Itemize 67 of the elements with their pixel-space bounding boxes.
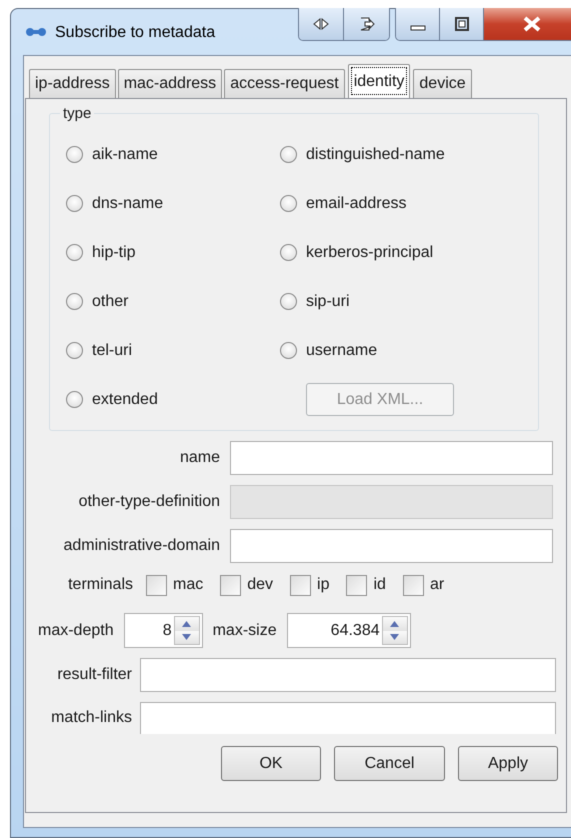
checkbox[interactable] (346, 574, 368, 596)
input-field[interactable] (140, 658, 556, 692)
field-label: name (178, 449, 221, 467)
input-field[interactable] (230, 529, 553, 563)
spinner-field[interactable]: 8 (124, 613, 203, 648)
radio-button[interactable] (280, 293, 297, 310)
spinner-arrows-icon[interactable] (382, 616, 408, 645)
radio-button[interactable] (66, 146, 83, 163)
close-button[interactable] (484, 8, 571, 40)
radio-button[interactable] (66, 391, 83, 408)
radio-button[interactable] (66, 342, 83, 359)
field-label: administrative-domain (62, 537, 221, 555)
radio-label[interactable]: other (92, 292, 128, 310)
radio-button[interactable] (280, 146, 297, 163)
input-field[interactable] (230, 441, 553, 475)
radio-label[interactable]: hip-tip (92, 244, 136, 262)
app-icon (26, 25, 46, 39)
spinner-label: max-depth (38, 622, 114, 640)
field-label: match-links (50, 708, 133, 727)
maximize-button[interactable] (440, 8, 484, 40)
radio-label[interactable]: email-address (306, 194, 406, 212)
group-title: type (60, 105, 94, 122)
maximize-icon (454, 17, 470, 31)
radio-button[interactable] (66, 293, 83, 310)
radio-label[interactable]: aik-name (92, 146, 158, 164)
tab[interactable]: access-request (224, 69, 345, 98)
close-icon (522, 16, 542, 32)
export-icon[interactable] (344, 8, 389, 40)
terminals-label: terminals (67, 576, 133, 594)
dialog-button[interactable]: OK (221, 746, 321, 781)
radio-button[interactable] (280, 195, 297, 212)
radio-button[interactable] (66, 195, 83, 212)
checkbox-label[interactable]: ip (317, 576, 330, 594)
input-field[interactable] (140, 702, 556, 734)
checkbox[interactable] (402, 574, 424, 596)
radio-button[interactable] (280, 244, 297, 261)
split-icon[interactable] (299, 8, 344, 40)
tab[interactable]: mac-address (118, 69, 222, 98)
radio-label[interactable]: distinguished-name (306, 146, 445, 164)
field-label: other-type-definition (78, 493, 221, 511)
radio-button[interactable] (280, 342, 297, 359)
radio-button[interactable] (66, 244, 83, 261)
radio-label[interactable]: tel-uri (92, 342, 132, 360)
radio-label[interactable]: extended (92, 390, 158, 408)
checkbox-label[interactable]: ar (430, 576, 444, 594)
checkbox-label[interactable]: dev (247, 576, 274, 594)
checkbox-label[interactable]: mac (173, 576, 204, 594)
checkbox[interactable] (220, 574, 242, 596)
spinner-arrows-icon[interactable] (174, 616, 200, 645)
dialog-button[interactable]: Apply (458, 746, 558, 781)
tab[interactable]: ip-address (29, 69, 116, 98)
checkbox[interactable] (290, 574, 312, 596)
spinner-field[interactable]: 64.384 (286, 613, 411, 648)
spinner-label: max-size (212, 622, 277, 640)
checkbox[interactable] (146, 574, 167, 596)
minimize-icon (410, 25, 426, 31)
checkbox-label[interactable]: id (373, 576, 386, 594)
radio-label[interactable]: dns-name (92, 194, 164, 212)
window-title: Subscribe to metadata (55, 23, 216, 42)
radio-label[interactable]: username (306, 342, 378, 360)
radio-label[interactable]: kerberos-principal (306, 244, 434, 262)
radio-label[interactable]: sip-uri (306, 292, 350, 310)
tab[interactable]: identity (348, 64, 410, 98)
dialog-button[interactable]: Cancel (334, 746, 445, 781)
tab[interactable]: device (413, 69, 472, 98)
minimize-button[interactable] (396, 8, 440, 40)
field-label: result-filter (56, 666, 133, 684)
